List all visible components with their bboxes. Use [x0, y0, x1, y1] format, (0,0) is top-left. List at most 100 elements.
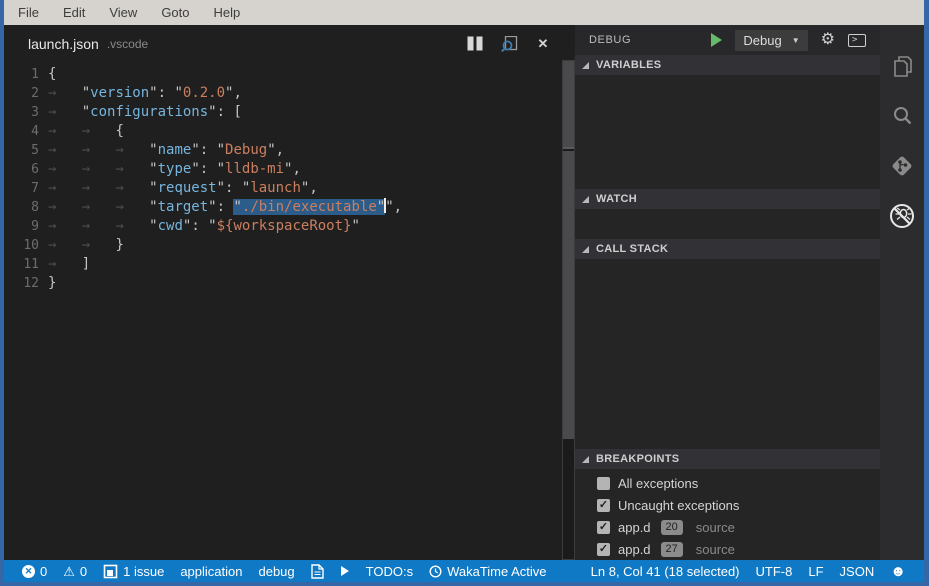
- breakpoints-list: All exceptions✓Uncaught exceptions✓app.d…: [575, 469, 880, 560]
- scrollbar-track[interactable]: [562, 60, 575, 560]
- run-task-icon[interactable]: [332, 560, 358, 582]
- menu-file[interactable]: File: [14, 5, 51, 20]
- tab-filename[interactable]: launch.json: [28, 36, 99, 52]
- preview-icon[interactable]: [500, 36, 518, 52]
- code-line[interactable]: 8→ → → "target": "./bin/executable"",: [4, 198, 562, 217]
- menu-view[interactable]: View: [105, 5, 149, 20]
- issues-indicator[interactable]: 1 issue: [95, 560, 172, 582]
- section-label: WATCH: [596, 193, 637, 205]
- section-header-watch[interactable]: WATCH: [575, 189, 880, 209]
- split-editor-icon[interactable]: [466, 36, 484, 52]
- line-number[interactable]: 10: [4, 236, 48, 255]
- code-line[interactable]: 2→ "version": "0.2.0",: [4, 84, 562, 103]
- debug-panel-title: DEBUG: [589, 34, 631, 46]
- feedback-smiley-icon[interactable]: ☻: [882, 560, 914, 582]
- section-header-variables[interactable]: VARIABLES: [575, 55, 880, 75]
- breakpoint-row[interactable]: ✓app.d20source: [575, 516, 880, 538]
- twistie-icon: [582, 246, 589, 253]
- breakpoint-label: Uncaught exceptions: [618, 498, 739, 513]
- file-icon[interactable]: [303, 560, 332, 582]
- git-icon[interactable]: [880, 141, 924, 191]
- close-icon[interactable]: ✕: [534, 36, 552, 52]
- todo-indicator[interactable]: TODO:s: [358, 560, 421, 582]
- scrollbar-thumb-top[interactable]: [563, 61, 574, 149]
- checkbox-checked[interactable]: ✓: [597, 499, 610, 512]
- code-line[interactable]: 11→ ]: [4, 255, 562, 274]
- section-header-breakpoints[interactable]: BREAKPOINTS: [575, 449, 880, 469]
- task-debug[interactable]: debug: [250, 560, 302, 582]
- breakpoint-row[interactable]: ✓app.d27source: [575, 538, 880, 560]
- line-number[interactable]: 4: [4, 122, 48, 141]
- window-border-left: [0, 0, 4, 586]
- scrollbar-column: [562, 25, 575, 560]
- code-line[interactable]: 4→ → {: [4, 122, 562, 141]
- menu-bar: File Edit View Goto Help: [4, 0, 924, 25]
- breakpoint-row[interactable]: All exceptions: [575, 472, 880, 494]
- line-number[interactable]: 7: [4, 179, 48, 198]
- line-number[interactable]: 8: [4, 198, 48, 217]
- code-line[interactable]: 3→ "configurations": [: [4, 103, 562, 122]
- vscode-window: File Edit View Goto Help launch.json .vs…: [0, 0, 929, 586]
- debug-icon[interactable]: [880, 191, 924, 241]
- cursor-position[interactable]: Ln 8, Col 41 (18 selected): [583, 560, 748, 582]
- encoding-indicator[interactable]: UTF-8: [748, 560, 801, 582]
- warning-icon: ⚠: [63, 565, 75, 578]
- error-count[interactable]: ✕ 0: [14, 560, 55, 582]
- line-number[interactable]: 1: [4, 65, 48, 84]
- menu-edit[interactable]: Edit: [59, 5, 97, 20]
- line-number[interactable]: 9: [4, 217, 48, 236]
- section-label: BREAKPOINTS: [596, 453, 679, 465]
- code-line[interactable]: 6→ → → "type": "lldb-mi",: [4, 160, 562, 179]
- section-label: CALL STACK: [596, 243, 668, 255]
- start-debug-icon[interactable]: [711, 33, 722, 47]
- language-mode[interactable]: JSON: [832, 560, 883, 582]
- chevron-down-icon: ▼: [792, 36, 800, 45]
- variables-body: [575, 75, 880, 189]
- editor-tab-bar: launch.json .vscode: [4, 25, 562, 62]
- checkbox-checked[interactable]: ✓: [597, 521, 610, 534]
- breakpoint-source: source: [696, 520, 735, 535]
- debug-console-icon[interactable]: >: [848, 34, 866, 47]
- line-number[interactable]: 6: [4, 160, 48, 179]
- menu-goto[interactable]: Goto: [157, 5, 201, 20]
- code-line[interactable]: 12}: [4, 274, 562, 293]
- breakpoint-row[interactable]: ✓ Uncaught exceptions: [575, 494, 880, 516]
- line-number[interactable]: 12: [4, 274, 48, 293]
- window-border-right: [924, 0, 929, 586]
- checkbox-checked[interactable]: ✓: [597, 543, 610, 556]
- watch-body: [575, 209, 880, 239]
- window-border-bottom: [0, 582, 929, 586]
- editor-pane: launch.json .vscode: [4, 25, 562, 560]
- checkbox-unchecked[interactable]: [597, 477, 610, 490]
- tab-folder-hint: .vscode: [107, 37, 148, 51]
- status-bar: ✕ 0 ⚠ 0 1 issue application debug: [4, 560, 924, 582]
- gear-icon[interactable]: ⚙: [821, 32, 835, 48]
- code-line[interactable]: 7→ → → "request": "launch",: [4, 179, 562, 198]
- section-header-call-stack[interactable]: CALL STACK: [575, 239, 880, 259]
- menu-help[interactable]: Help: [210, 5, 253, 20]
- line-number[interactable]: 5: [4, 141, 48, 160]
- warning-count[interactable]: ⚠ 0: [55, 560, 95, 582]
- scrollbar-thumb-bottom[interactable]: [563, 151, 574, 439]
- debug-config-dropdown[interactable]: Debug ▼: [735, 30, 807, 51]
- activity-bar: [880, 25, 924, 560]
- search-icon[interactable]: [880, 91, 924, 141]
- code-line[interactable]: 1{: [4, 65, 562, 84]
- breakpoint-label: app.d: [618, 520, 651, 535]
- breakpoint-label: All exceptions: [618, 476, 698, 491]
- line-number[interactable]: 11: [4, 255, 48, 274]
- task-application[interactable]: application: [172, 560, 250, 582]
- wakatime-indicator[interactable]: WakaTime Active: [421, 560, 554, 582]
- line-badge: 27: [661, 542, 683, 557]
- line-number[interactable]: 2: [4, 84, 48, 103]
- code-line[interactable]: 5→ → → "name": "Debug",: [4, 141, 562, 160]
- twistie-icon: [582, 456, 589, 463]
- line-number[interactable]: 3: [4, 103, 48, 122]
- debug-sidebar: DEBUG Debug ▼ ⚙ > VARIABLES WATCH: [575, 25, 880, 560]
- eol-indicator[interactable]: LF: [800, 560, 831, 582]
- code-line[interactable]: 10→ → }: [4, 236, 562, 255]
- code-line[interactable]: 9→ → → "cwd": "${workspaceRoot}": [4, 217, 562, 236]
- twistie-icon: [582, 62, 589, 69]
- files-icon[interactable]: [880, 41, 924, 91]
- code-editor[interactable]: 1{2→ "version": "0.2.0",3→ "configuratio…: [4, 62, 562, 560]
